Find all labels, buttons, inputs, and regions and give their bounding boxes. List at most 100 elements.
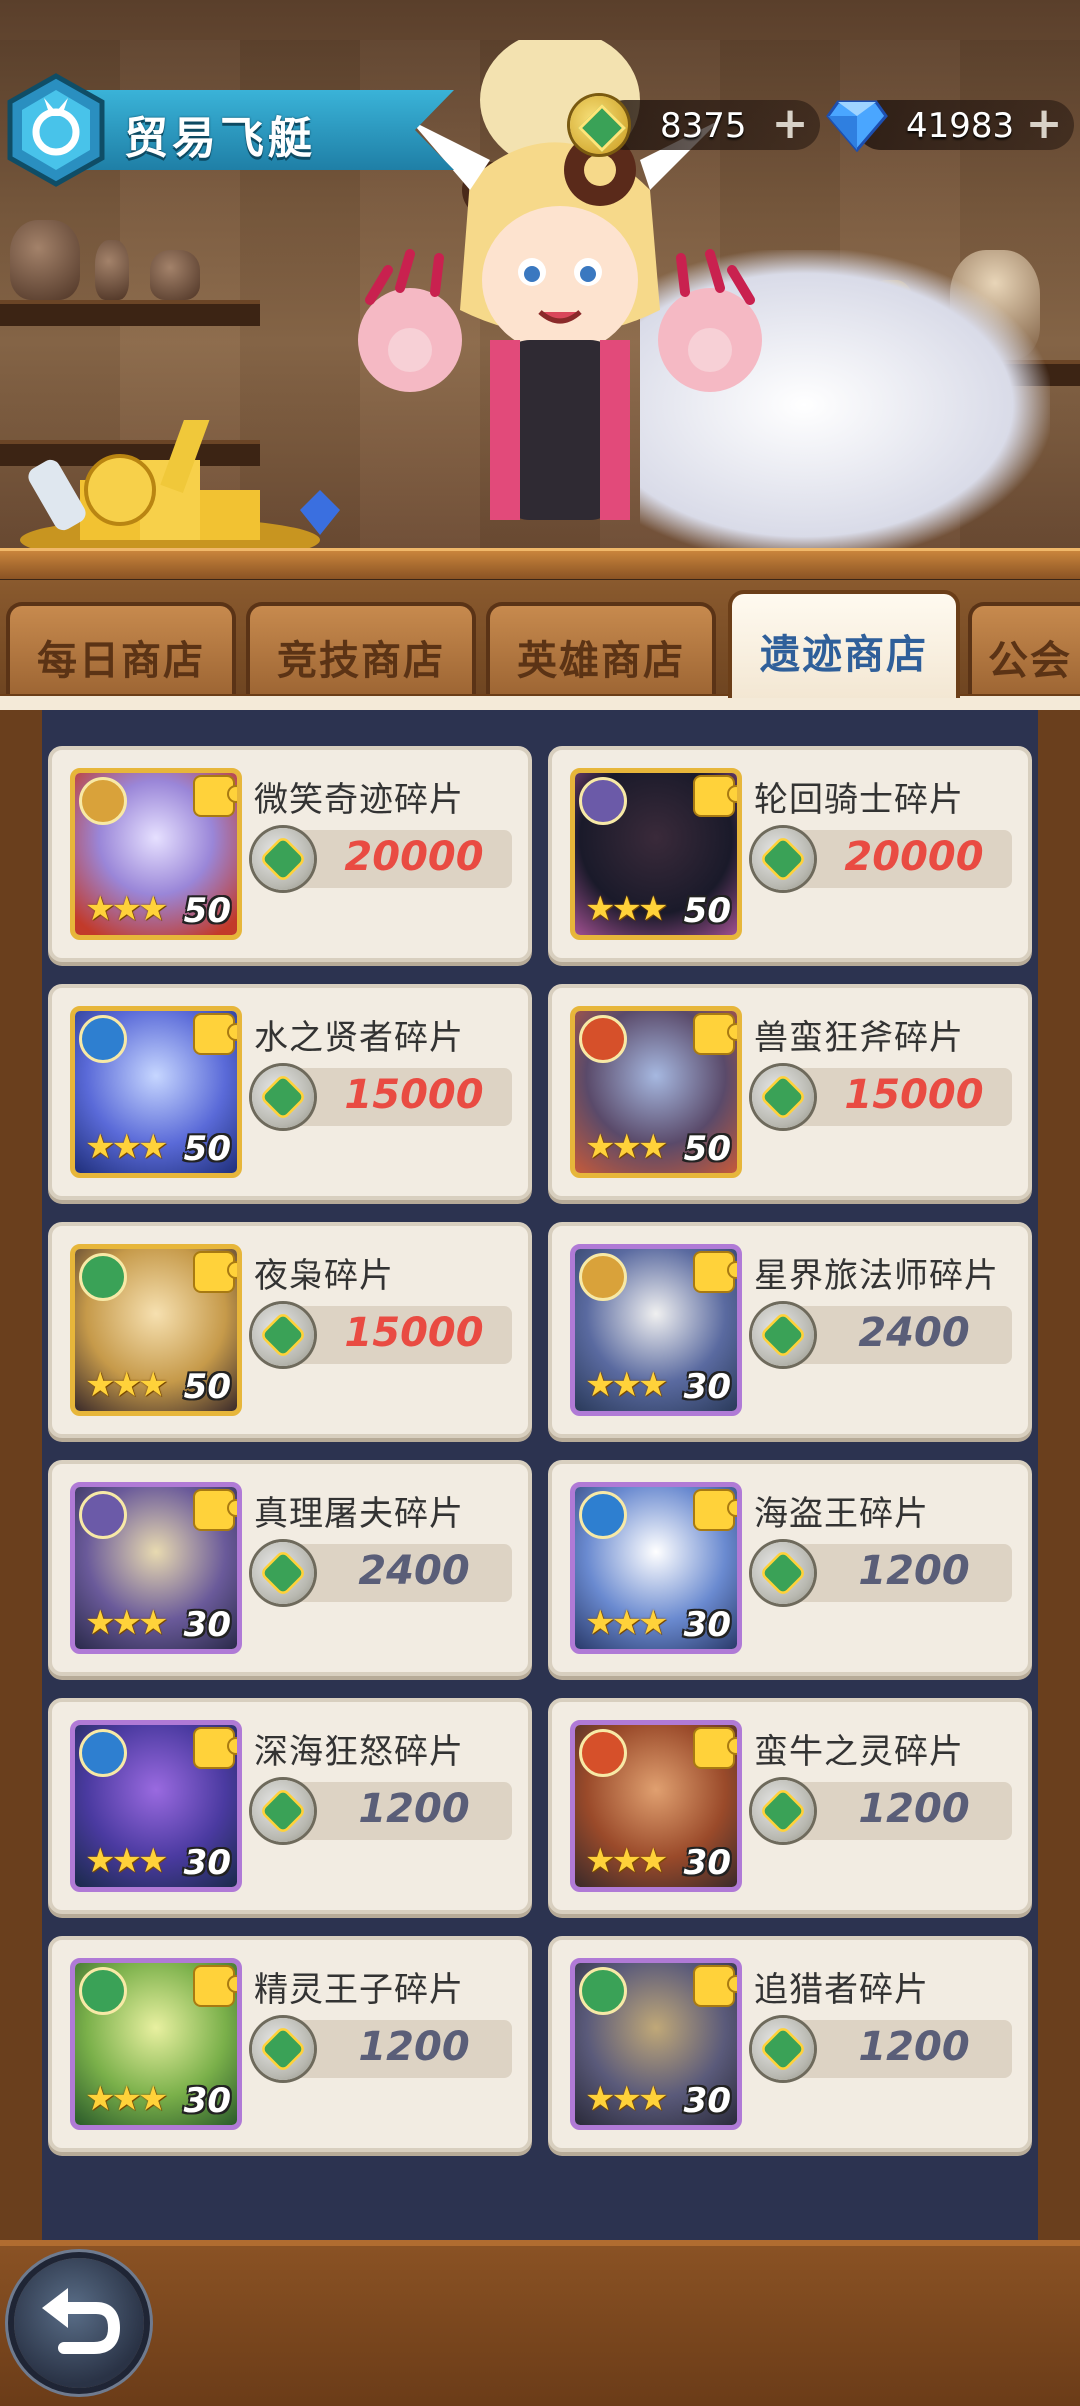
item-name: 夜枭碎片: [254, 1256, 394, 1296]
tab-label: 竞技商店: [277, 638, 445, 684]
hero-portrait: ★★★ 30: [70, 1482, 242, 1654]
fragment-count: 50: [183, 891, 231, 931]
shop-tabs: 每日商店 竞技商店 英雄商店 遗迹商店 公会: [0, 580, 1080, 712]
relic-coin-icon: [252, 2018, 314, 2080]
gold-pile: [20, 400, 350, 562]
item-price: 1200: [358, 1786, 470, 1832]
item-name: 追猎者碎片: [754, 1970, 929, 2010]
relic-coin-icon: [752, 1304, 814, 1366]
tab-daily-shop[interactable]: 每日商店: [6, 602, 236, 694]
hero-portrait: ★★★ 50: [70, 768, 242, 940]
puzzle-piece-icon: [695, 1729, 737, 1767]
tab-label: 每日商店: [37, 638, 205, 684]
fragment-count: 30: [183, 2081, 231, 2121]
puzzle-piece-icon: [695, 1967, 737, 2005]
page-title: 贸易飞艇: [124, 113, 316, 164]
diamond-icon: [826, 98, 888, 153]
hero-portrait: ★★★ 30: [70, 1958, 242, 2130]
hero-portrait: ★★★ 30: [570, 1958, 742, 2130]
fragment-count: 30: [683, 1843, 731, 1883]
dark-faction-icon: [579, 777, 627, 825]
tab-relic-shop[interactable]: 遗迹商店: [728, 590, 960, 698]
hero-portrait: ★★★ 50: [570, 768, 742, 940]
shop-item-card[interactable]: ★★★ 30 精灵王子碎片 1200: [48, 1936, 532, 2152]
shop-item-card[interactable]: ★★★ 30 真理屠夫碎片 2400: [48, 1460, 532, 1676]
fragment-count: 50: [183, 1129, 231, 1169]
hero-portrait: ★★★ 30: [570, 1244, 742, 1416]
shop-item-card[interactable]: ★★★ 30 深海狂怒碎片 1200: [48, 1698, 532, 1914]
item-name: 微笑奇迹碎片: [254, 780, 464, 820]
tab-hero-shop[interactable]: 英雄商店: [486, 602, 716, 694]
item-price: 2400: [858, 1310, 970, 1356]
tab-label: 遗迹商店: [760, 632, 928, 678]
shop-item-card[interactable]: ★★★ 30 海盗王碎片 1200: [548, 1460, 1032, 1676]
hero-portrait: ★★★ 30: [70, 1720, 242, 1892]
coin-amount: 8375: [660, 106, 747, 146]
shop-item-card[interactable]: ★★★ 30 蛮牛之灵碎片 1200: [548, 1698, 1032, 1914]
item-name: 水之贤者碎片: [254, 1018, 464, 1058]
item-price: 1200: [858, 1548, 970, 1594]
item-name: 兽蛮狂斧碎片: [754, 1018, 964, 1058]
star-rating: ★★★: [85, 1841, 168, 1881]
star-rating: ★★★: [585, 1127, 668, 1167]
light-faction-icon: [579, 1253, 627, 1301]
star-rating: ★★★: [585, 2079, 668, 2119]
star-rating: ★★★: [585, 1841, 668, 1881]
star-rating: ★★★: [85, 2079, 168, 2119]
fragment-count: 50: [183, 1367, 231, 1407]
fragment-count: 30: [683, 2081, 731, 2121]
dark-faction-icon: [79, 1491, 127, 1539]
star-rating: ★★★: [585, 1603, 668, 1643]
tab-arena-shop[interactable]: 竞技商店: [246, 602, 476, 694]
puzzle-piece-icon: [695, 777, 737, 815]
relic-coin-icon: [570, 96, 628, 154]
item-price: 1200: [358, 2024, 470, 2070]
hero-portrait: ★★★ 30: [570, 1482, 742, 1654]
shop-item-card[interactable]: ★★★ 50 水之贤者碎片 15000: [48, 984, 532, 1200]
hero-portrait: ★★★ 50: [70, 1006, 242, 1178]
coin-balance: 8375 +: [570, 96, 820, 154]
item-name: 深海狂怒碎片: [254, 1732, 464, 1772]
relic-coin-icon: [752, 2018, 814, 2080]
puzzle-piece-icon: [195, 1967, 237, 2005]
tab-label: 公会: [988, 638, 1072, 684]
item-price: 15000: [344, 1072, 484, 1118]
item-name: 轮回骑士碎片: [754, 780, 964, 820]
item-price: 20000: [344, 834, 484, 880]
relic-coin-icon: [252, 1542, 314, 1604]
hero-portrait: ★★★ 50: [570, 1006, 742, 1178]
relic-coin-icon: [752, 1066, 814, 1128]
item-name: 精灵王子碎片: [254, 1970, 464, 2010]
shop-item-card[interactable]: ★★★ 50 轮回骑士碎片 20000: [548, 746, 1032, 962]
star-rating: ★★★: [85, 1365, 168, 1405]
add-diamond-button[interactable]: +: [1022, 102, 1066, 146]
fragment-count: 50: [683, 891, 731, 931]
fragment-count: 30: [683, 1605, 731, 1645]
relic-coin-icon: [252, 828, 314, 890]
back-button[interactable]: [14, 2258, 144, 2388]
star-rating: ★★★: [585, 889, 668, 929]
puzzle-piece-icon: [195, 777, 237, 815]
fragment-count: 50: [683, 1129, 731, 1169]
back-arrow-icon: [42, 2288, 121, 2354]
shop-item-card[interactable]: ★★★ 50 微笑奇迹碎片 20000: [48, 746, 532, 962]
item-name: 星界旅法师碎片: [754, 1256, 999, 1296]
crystal-emblem-icon: [4, 72, 108, 188]
shop-title-banner: 贸易飞艇: [4, 72, 464, 188]
diamond-amount: 41983: [906, 106, 1015, 146]
item-price: 2400: [358, 1548, 470, 1594]
add-coin-button[interactable]: +: [768, 102, 812, 146]
item-name: 海盗王碎片: [754, 1494, 929, 1534]
item-name: 蛮牛之灵碎片: [754, 1732, 964, 1772]
relic-coin-icon: [752, 1780, 814, 1842]
shop-item-card[interactable]: ★★★ 30 星界旅法师碎片 2400: [548, 1222, 1032, 1438]
item-name: 真理屠夫碎片: [254, 1494, 464, 1534]
item-price: 1200: [858, 2024, 970, 2070]
puzzle-piece-icon: [695, 1015, 737, 1053]
shop-counter: [0, 548, 1080, 579]
shop-item-card[interactable]: ★★★ 50 夜枭碎片 15000: [48, 1222, 532, 1438]
tab-guild-shop[interactable]: 公会: [968, 602, 1080, 694]
shop-item-card[interactable]: ★★★ 50 兽蛮狂斧碎片 15000: [548, 984, 1032, 1200]
relic-coin-icon: [752, 1542, 814, 1604]
shop-item-card[interactable]: ★★★ 30 追猎者碎片 1200: [548, 1936, 1032, 2152]
